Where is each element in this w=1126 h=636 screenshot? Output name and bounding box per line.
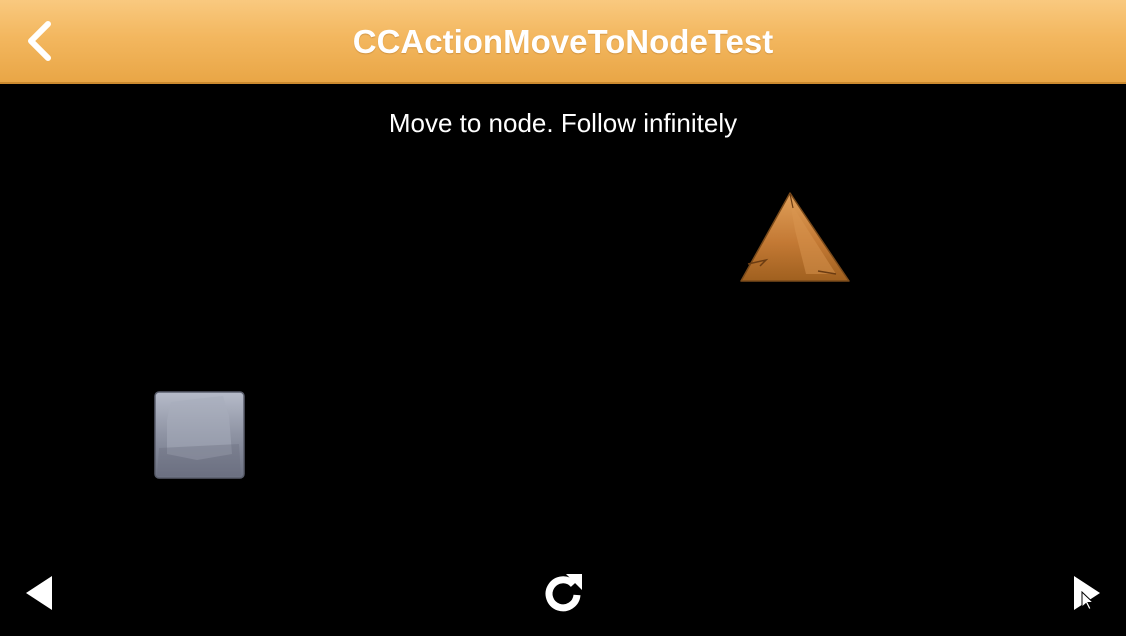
triangle-left-icon	[26, 576, 52, 610]
previous-button[interactable]	[24, 574, 54, 617]
triangle-sprite	[740, 192, 850, 282]
mouse-cursor	[1081, 591, 1094, 611]
top-bar: CCActionMoveToNodeTest	[0, 0, 1126, 84]
restart-icon	[545, 574, 582, 612]
scene-subtitle: Move to node. Follow infinitely	[388, 108, 738, 138]
restart-button[interactable]	[542, 572, 584, 619]
page-title: CCActionMoveToNodeTest	[352, 23, 774, 60]
square-sprite	[154, 391, 245, 479]
